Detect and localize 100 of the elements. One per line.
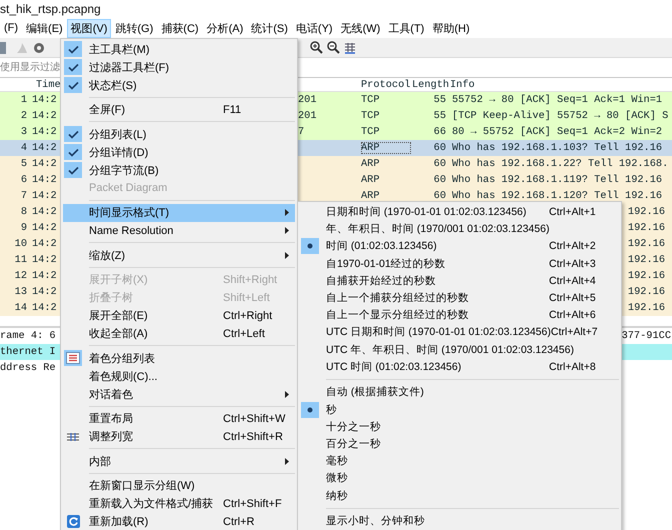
menu-item[interactable]: 自上一个捕获分组经过的秒数 Ctrl+Alt+5 <box>300 289 619 307</box>
resize-columns-icon[interactable] <box>344 42 356 54</box>
table-cell-text: 201 <box>298 94 318 106</box>
menu-item[interactable]: 十分之一秒 <box>300 418 619 436</box>
table-cell-text: 14:2 <box>32 238 58 250</box>
menu-item[interactable]: 年、年积日、时间 (1970/001 01:02:03.123456) <box>300 220 619 238</box>
column-header[interactable]: Time <box>36 78 60 90</box>
table-cell-text: 12 <box>14 270 27 282</box>
table-cell-text: 14 <box>14 302 27 314</box>
table-cell-text: 6 <box>20 174 27 186</box>
table-cell-text: 14:2 <box>32 302 58 314</box>
table-cell-text: 11 <box>14 254 27 266</box>
table-cell-text: 60 <box>432 174 446 186</box>
menu-item[interactable]: UTC 时间 (01:02:03.123456) Ctrl+Alt+8 <box>300 358 619 376</box>
checkmark-icon <box>68 44 78 54</box>
menu-item[interactable]: 自动 (根据捕获文件) <box>300 384 619 402</box>
menu-bar-item[interactable]: 编辑(E) <box>22 18 67 38</box>
checkmark-icon <box>68 130 78 138</box>
table-cell-text: 2 <box>20 110 27 122</box>
column-header[interactable]: Length <box>412 78 450 90</box>
zoom-out-icon[interactable] <box>327 41 340 54</box>
table-cell-text: 5 <box>20 158 27 170</box>
menu-item[interactable]: Name Resolution <box>63 222 295 240</box>
table-cell-text: ARP <box>361 174 381 186</box>
menu-item[interactable]: 着色规则(C)... <box>63 367 295 385</box>
table-cell: [TCP Keep-Alive] 55752 → 80 [ACK] S <box>452 110 668 122</box>
menu-item[interactable]: 自上一个显示分组经过的秒数 Ctrl+Alt+6 <box>300 306 619 324</box>
table-cell: Who has 192.168.1.120? Tell 192.16 <box>452 190 662 202</box>
menu-item[interactable]: 重新载入为文件格式/捕获 Ctrl+Shift+F <box>63 494 295 512</box>
menu-item[interactable]: 时间显示格式(T) <box>63 204 295 222</box>
menu-item[interactable]: 在新窗口显示分组(W) <box>63 476 295 494</box>
menu-bar-item[interactable]: 工具(T) <box>384 18 428 38</box>
menu-bar-item[interactable]: 视图(V) <box>66 18 112 38</box>
menu-bar-item[interactable]: 电话(Y) <box>292 18 337 38</box>
table-cell-text: 192.16 <box>628 222 666 234</box>
table-cell: Who has 192.168.1.103? Tell 192.16 <box>452 142 662 154</box>
table-cell-text: 14:2 <box>32 126 58 138</box>
menu-item[interactable]: UTC 日期和时间 (1970-01-01 01:02:03.123456)Ctrl+Alt+7 <box>300 324 619 341</box>
reload-icon <box>66 515 80 528</box>
table-cell-text: 55 <box>432 110 446 122</box>
menu-item[interactable]: 调整列宽 Ctrl+Shift+R <box>63 428 295 446</box>
menu-item[interactable]: 时间 (01:02:03.123456) Ctrl+Alt+2 <box>300 238 619 256</box>
square-icon[interactable] <box>0 42 6 54</box>
menu-item[interactable]: 自捕获开始经过的秒数 Ctrl+Alt+4 <box>300 272 619 290</box>
menu-bar-item[interactable]: 统计(S) <box>247 18 292 38</box>
menu-item[interactable]: 重新加载(R) Ctrl+R <box>63 512 295 530</box>
radio-dot-icon <box>307 243 313 250</box>
menu-item[interactable]: 百分之一秒 <box>300 435 619 453</box>
gear-icon[interactable] <box>33 42 45 54</box>
checkmark-icon <box>68 62 78 72</box>
table-cell: Who has 192.168.1.22? Tell 192.168. <box>452 158 668 170</box>
menu-item[interactable]: 对话着色 <box>63 385 295 403</box>
menu-item[interactable]: 纳秒 <box>300 487 619 504</box>
submenu-arrow-icon <box>285 390 289 398</box>
menu-bar-item[interactable]: 分析(A) <box>202 18 248 38</box>
menu-item[interactable]: 日期和时间 (1970-01-01 01:02:03.123456) Ctrl+Alt+1 <box>300 204 619 221</box>
table-cell-text: 192.16 <box>628 238 666 250</box>
menu-item[interactable]: 展开全部(E) Ctrl+Right <box>63 306 295 324</box>
menu-item[interactable]: 重置布局 Ctrl+Shift+W <box>63 410 295 428</box>
menu-item[interactable]: 毫秒 <box>300 452 619 470</box>
table-cell-text: 3 <box>20 126 27 138</box>
menu-bar-item[interactable]: 无线(W) <box>336 18 384 38</box>
menu-item[interactable]: 着色分组列表 <box>63 349 295 367</box>
menu-item[interactable]: 秒 <box>300 401 619 418</box>
menu-bar-item[interactable]: (F) <box>0 20 22 36</box>
menu-item[interactable]: 自1970-01-01经过的秒数 Ctrl+Alt+3 <box>300 255 619 272</box>
menu-item[interactable]: 显示小时、分钟和秒 <box>300 512 619 530</box>
menu-bar-item[interactable]: 捕获(C) <box>157 18 203 38</box>
menu-item[interactable]: 分组列表(L) <box>63 125 295 143</box>
menu-item[interactable]: 过滤器工具栏(F) <box>63 58 295 76</box>
table-cell-text: 192.16 <box>628 302 666 314</box>
menu-item[interactable]: 内部 <box>63 452 295 470</box>
menu-item[interactable]: 状态栏(S) <box>63 76 295 94</box>
table-cell-text: 14:2 <box>32 286 58 298</box>
menu-bar-item[interactable]: 跳转(G) <box>111 18 158 38</box>
radio-dot-icon <box>307 406 313 413</box>
table-cell-text: 60 <box>432 190 446 202</box>
table-cell-text: 4 <box>20 142 27 154</box>
table-cell-text: 192.16 <box>628 286 666 298</box>
table-cell-text: 66 <box>432 126 446 138</box>
table-cell-text: 7 <box>298 126 306 138</box>
table-cell-text: 192.16 <box>628 254 666 266</box>
checkmark-icon <box>68 80 78 90</box>
table-cell-text: 60 <box>432 142 446 154</box>
column-header[interactable]: Protocol <box>361 78 412 90</box>
table-cell-text: 192.16 <box>628 206 666 218</box>
menu-item[interactable]: UTC 年、年积日、时间 (1970/001 01:02:03.123456) <box>300 341 619 358</box>
table-cell-text: 14:2 <box>32 174 58 186</box>
table-cell-text: 14:2 <box>32 254 58 266</box>
table-cell-text: TCP <box>361 126 381 138</box>
striped-list-icon <box>66 352 80 364</box>
menu-item[interactable]: 收起全部(A) Ctrl+Left <box>63 324 295 342</box>
checkmark-icon <box>68 166 78 174</box>
menu-item[interactable]: 缩放(Z) <box>63 246 295 264</box>
table-cell-text: 7 <box>20 190 27 202</box>
menu-item[interactable]: 微秒 <box>300 470 619 487</box>
menu-bar-item[interactable]: 帮助(H) <box>428 18 474 38</box>
zoom-in-icon[interactable] <box>310 41 323 54</box>
table-cell-text: 201 <box>298 110 318 122</box>
column-header[interactable]: Info <box>450 78 475 90</box>
